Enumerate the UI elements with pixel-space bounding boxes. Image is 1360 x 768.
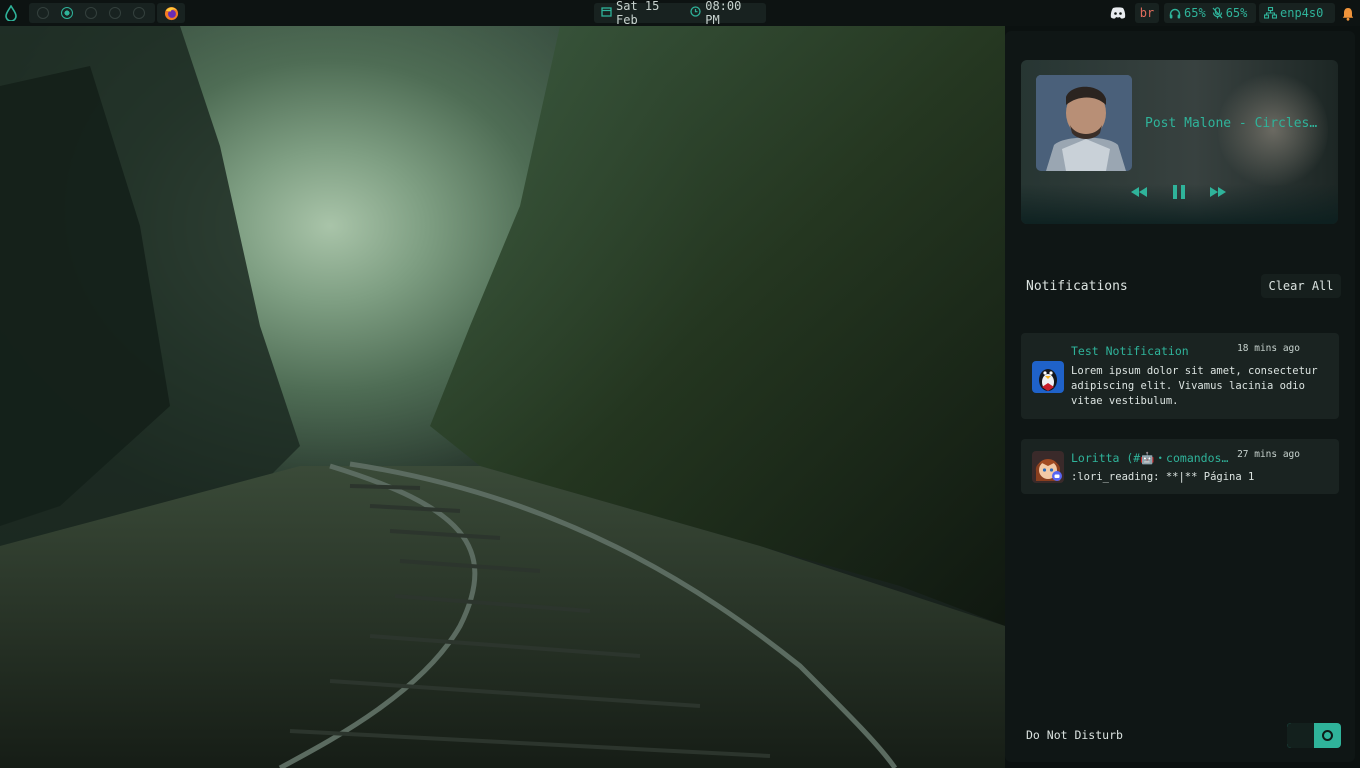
notification-time: 27 mins ago [1237, 449, 1300, 460]
app-avatar [1032, 451, 1064, 483]
rewind-icon[interactable] [1129, 183, 1149, 201]
workspace-4[interactable] [109, 7, 121, 19]
audio-widget[interactable]: 65% 65% [1164, 3, 1256, 23]
network-interface: enp4s0 [1280, 6, 1324, 20]
notification-center: Post Malone - Circles… Notifications Cle… [1005, 31, 1355, 762]
clock-date: Sat 15 Feb [616, 0, 660, 27]
fast-forward-icon[interactable] [1208, 183, 1228, 201]
notification-body: Lorem ipsum dolor sit amet, consectetur … [1071, 365, 1318, 407]
clock-widget[interactable]: Sat 15 Feb 08:00 PM [594, 0, 766, 27]
dnd-label: Do Not Disturb [1026, 728, 1123, 742]
firefox-icon [164, 6, 178, 20]
headphone-volume: 65% [1184, 6, 1206, 20]
pause-icon[interactable] [1169, 183, 1189, 201]
headphones-icon [1169, 8, 1181, 18]
toggle-on-icon [1322, 730, 1333, 741]
notification-title: Loritta (#🤖・comandos… [1071, 451, 1229, 465]
workspace-1[interactable] [37, 7, 49, 19]
top-bar: Sat 15 Feb 08:00 PM br 65% 65% enp4s0 [0, 0, 1360, 27]
workspace-3[interactable] [85, 7, 97, 19]
workspace-2[interactable] [61, 7, 73, 19]
notification-card[interactable]: Loritta (#🤖・comandos… 27 mins ago :lori_… [1021, 439, 1339, 494]
workspace-5[interactable] [133, 7, 145, 19]
app-avatar [1032, 361, 1064, 393]
clear-all-button[interactable]: Clear All [1261, 274, 1341, 298]
droplet-icon[interactable] [4, 4, 18, 22]
mic-muted-icon [1212, 7, 1223, 19]
keyboard-layout-indicator[interactable]: br [1135, 3, 1159, 23]
discord-icon [1110, 7, 1126, 19]
media-player: Post Malone - Circles… [1021, 60, 1338, 224]
taskbar-browser[interactable] [157, 3, 185, 23]
album-art [1036, 75, 1132, 171]
network-widget[interactable]: enp4s0 [1259, 3, 1335, 23]
notification-body: :lori_reading: **|** Página 1 [1071, 471, 1255, 483]
notification-title: Test Notification [1071, 344, 1189, 358]
mic-volume: 65% [1225, 6, 1248, 20]
wallpaper-scene [0, 26, 1005, 768]
tray-discord[interactable] [1105, 3, 1131, 23]
workspace-switcher [29, 3, 155, 23]
clock-time: 08:00 PM [705, 0, 742, 27]
calendar-icon [601, 6, 612, 20]
track-title: Post Malone - Circles… [1145, 116, 1318, 131]
network-icon [1264, 7, 1277, 19]
notifications-heading: Notifications [1026, 279, 1128, 294]
dnd-toggle[interactable] [1287, 723, 1341, 748]
bell-icon[interactable] [1342, 6, 1354, 21]
notification-time: 18 mins ago [1237, 343, 1300, 354]
notification-card[interactable]: Test Notification 18 mins ago Lorem ipsu… [1021, 333, 1339, 419]
clock-icon [690, 6, 701, 20]
desktop-wallpaper [0, 26, 1005, 768]
